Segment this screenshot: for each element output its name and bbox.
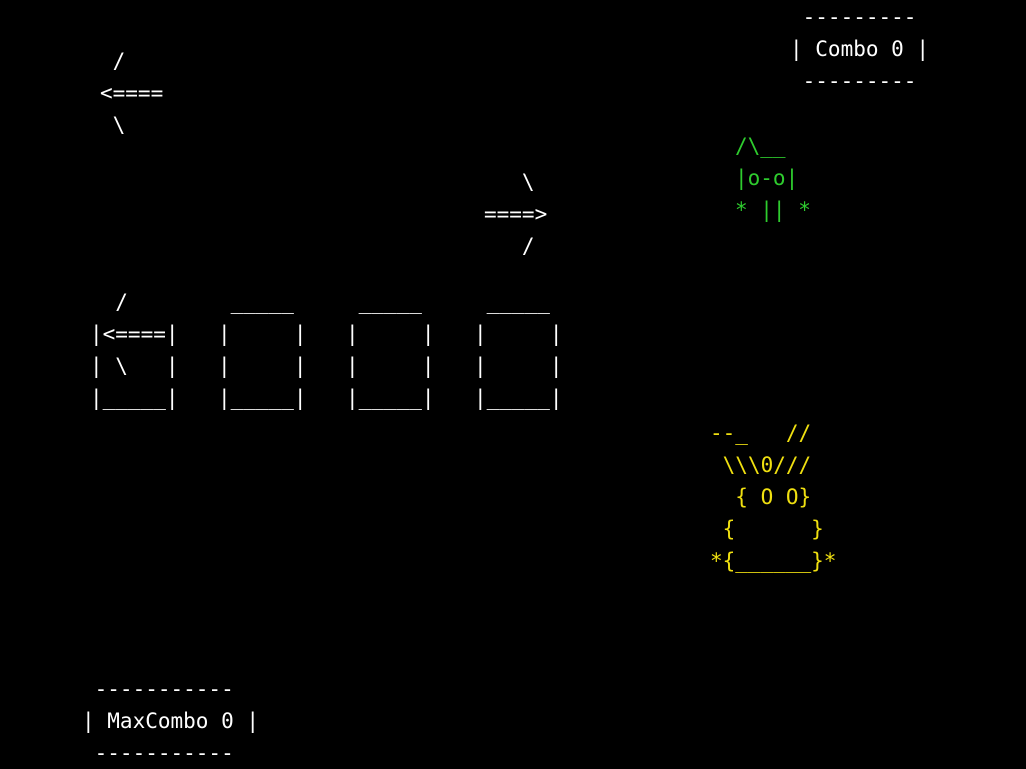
incoming-right-arrow: \ ====> / — [484, 170, 548, 258]
input-slot-4: _____ | | | | |_____| — [474, 290, 563, 410]
yellow-creature-icon: --_ // \\\0/// { O O} { } *{______}* — [710, 421, 837, 573]
input-slot-1: / |<====| | \ | |_____| — [90, 290, 179, 410]
max-combo-counter: ----------- | MaxCombo 0 | ----------- — [82, 677, 260, 765]
input-slot-2: _____ | | | | |_____| — [218, 290, 307, 410]
green-creature-icon: /\__ |o-o| * || * — [735, 134, 811, 222]
incoming-left-arrow: / <==== \ — [100, 49, 164, 137]
input-slot-3: _____ | | | | |_____| — [346, 290, 435, 410]
combo-counter: --------- | Combo 0 | --------- — [790, 5, 930, 93]
